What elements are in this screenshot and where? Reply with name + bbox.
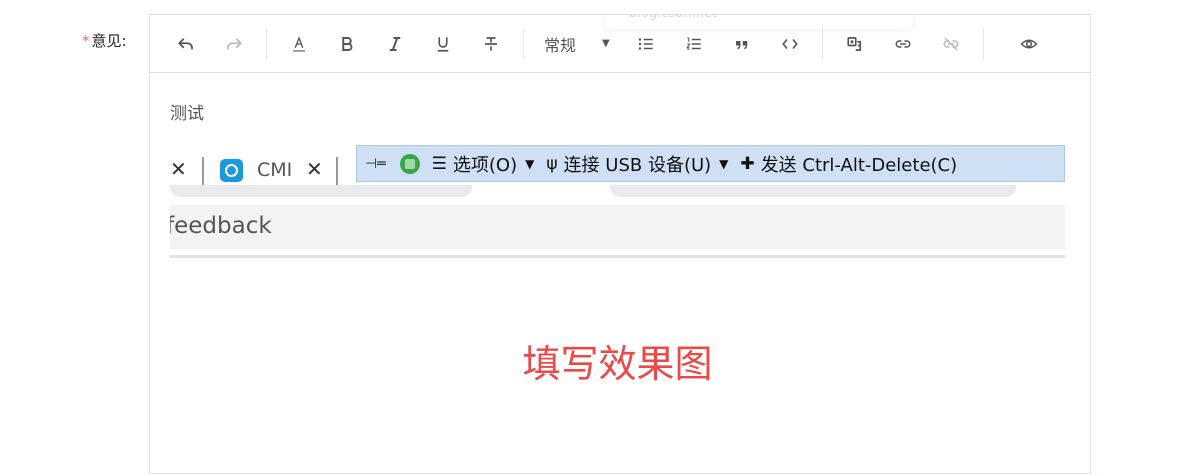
embedded-screenshot: ✕ CMI ✕ ⊣═ ☰ 选项(O) ▼ ψ 连接 USB 设备(U) ▼ ✚ … [170,145,1065,395]
keyboard-icon: ✚ [740,153,755,174]
blockquote-icon [735,40,747,49]
tab-close-icon: ✕ [306,157,323,181]
ghost-tooltip: blog.csdn.net [605,15,913,29]
underline-button[interactable] [426,27,460,61]
screenshot-caption: 填写效果图 [522,342,713,386]
image-button[interactable] [838,27,872,61]
opinion-field-label: * 意见: [82,30,127,51]
vm-send-cad: ✚ 发送 Ctrl-Alt-Delete(C) [740,151,957,177]
redo-icon [227,37,242,49]
address-text: feedback [170,213,272,239]
unlink-icon [943,36,959,51]
numbered-list-button[interactable] [677,27,711,61]
opinion-label-text: 意见: [91,32,127,50]
vm-usb-label: 连接 USB 设备(U) [563,154,712,176]
bold-button[interactable] [330,27,364,61]
toolbar-divider [821,27,823,60]
required-mark: * [82,32,90,50]
vm-remote-toolbar: ⊣═ ☰ 选项(O) ▼ ψ 连接 USB 设备(U) ▼ ✚ 发送 Ctrl-… [356,145,1065,182]
caret-down-icon: ▼ [719,156,729,171]
divider [170,255,1065,258]
link-icon [895,39,911,48]
vm-status-icon [399,153,420,174]
italic-icon [389,36,401,51]
tab-title: CMI [257,159,293,181]
caret-down-icon: ▼ [525,156,535,171]
undo-icon [178,37,193,49]
tab-favicon-icon [220,159,243,182]
tab-divider [202,157,204,185]
hamburger-icon: ☰ [431,153,447,174]
undo-button[interactable] [169,27,203,61]
italic-button[interactable] [378,27,412,61]
toolbar-divider [982,27,984,60]
address-bar: feedback [170,205,1065,249]
strikethrough-button[interactable] [474,27,508,61]
heading-style-value: 常规 [544,35,577,55]
chevron-down-icon: ▼ [602,38,610,49]
preview-button[interactable] [1012,27,1046,61]
underline-icon [437,36,449,52]
preview-icon [1020,39,1038,48]
tab-background [610,185,1016,197]
link-button[interactable] [886,27,920,61]
bullet-list-button[interactable] [629,27,663,61]
pin-icon: ⊣═ [365,155,386,172]
tab-background [170,185,472,197]
bold-icon [342,36,353,51]
vm-send-label: 发送 Ctrl-Alt-Delete(C) [760,154,958,176]
bullet-list-icon [638,37,653,50]
tab-close-icon: ✕ [170,157,187,181]
rich-text-editor[interactable]: blog.csdn.net 常规 ▼ [149,14,1091,474]
font-color-button[interactable] [282,27,316,61]
font-color-icon [293,35,305,52]
image-icon [847,36,861,51]
unlink-button[interactable] [934,27,968,61]
toolbar-divider [266,27,267,60]
code-button[interactable] [773,27,807,61]
numbered-list-icon [686,36,701,50]
usb-icon: ψ [546,153,558,174]
code-icon [781,38,798,49]
redo-button[interactable] [217,27,251,61]
blockquote-button[interactable] [725,27,759,61]
strikethrough-icon [485,36,497,51]
heading-style-select[interactable]: 常规 ▼ [536,27,618,61]
toolbar-divider [523,27,524,60]
vm-usb-menu: ψ 连接 USB 设备(U) ▼ [546,151,728,177]
editor-toolbar: blog.csdn.net 常规 ▼ [150,15,1090,73]
typed-text: 测试 [170,104,204,124]
tab-divider [336,157,338,185]
vm-options-label: 选项(O) [452,154,518,176]
vm-options-menu: ☰ 选项(O) ▼ [432,151,535,177]
